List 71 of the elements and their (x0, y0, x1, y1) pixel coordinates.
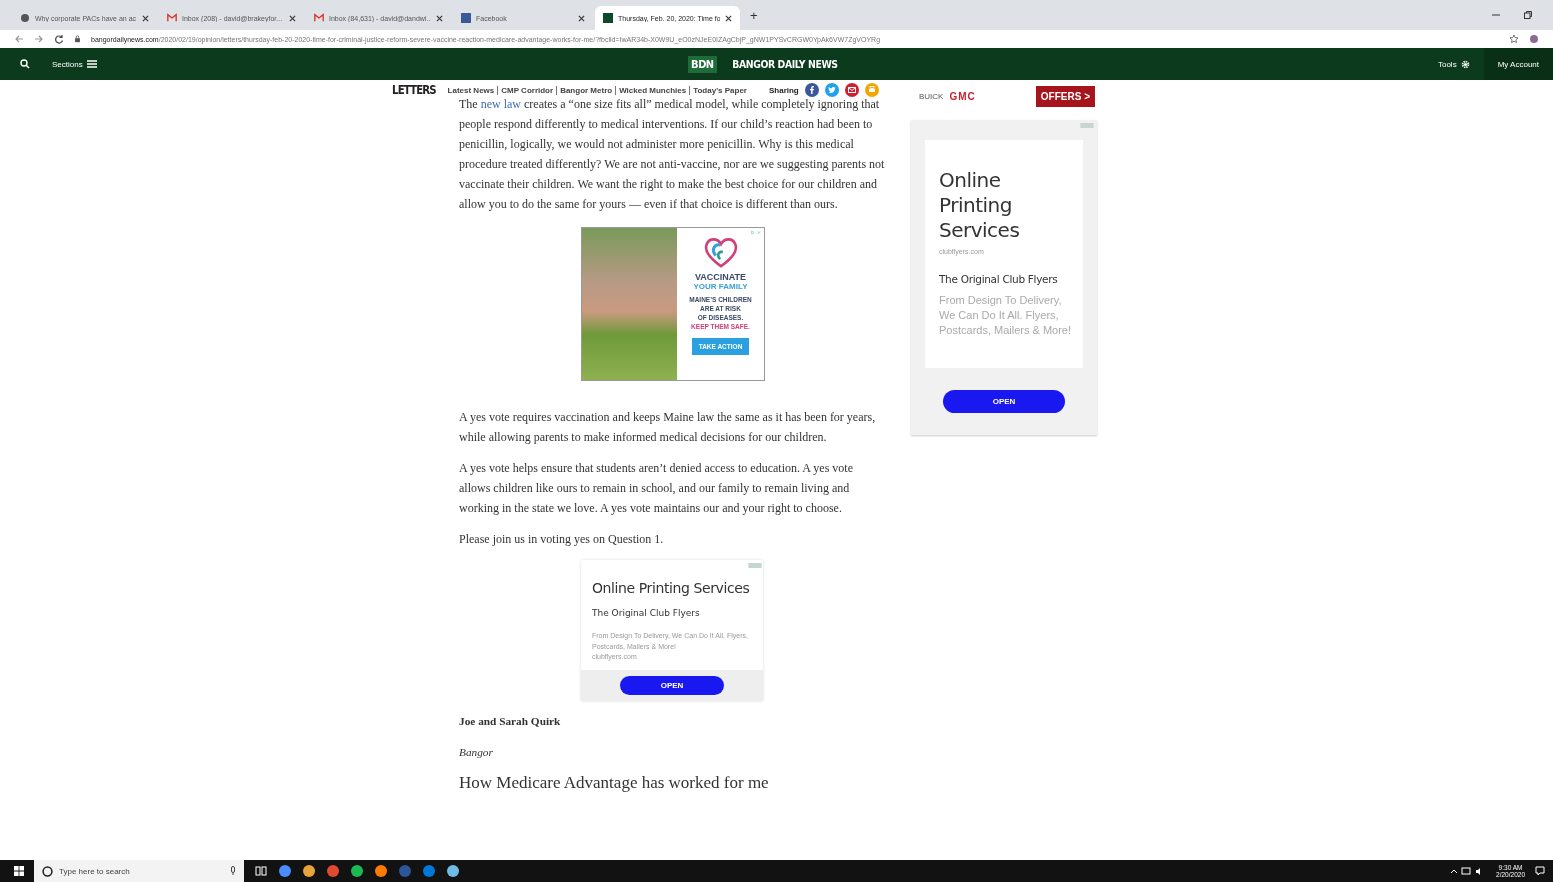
tools-button[interactable]: Tools (1437, 59, 1470, 69)
menu-icon (86, 60, 97, 68)
close-icon[interactable] (289, 14, 296, 22)
ad-subheadline: The Original Club Flyers (591, 608, 701, 618)
forward-arrow-icon[interactable] (34, 34, 44, 44)
view-offers-button[interactable]: OFFERS > (1035, 85, 1095, 107)
ad-headline: VACCINATE (694, 272, 747, 282)
section-link[interactable]: Latest News (447, 85, 495, 95)
ad-headline: Online Printing Services (939, 168, 1021, 243)
article-paragraph: The new law creates a “one size fits all” medical model, while completely ignoring that people respond differently to medical interventions. If our child’s reaction had been to penicillin, logically, we would not administer more penicillin. Why is this medical procedure treated differently? We are not anti-vaccine, nor are we suggesting parents not vaccinate their children. We want the right to make the best choice for our children and allow you to do the same for yours — even if that choice is different than ours. (459, 96, 886, 213)
car-ad[interactable]: BUICK GMC OFFERS > (911, 84, 1097, 108)
close-icon[interactable] (142, 14, 149, 22)
close-icon[interactable] (725, 14, 732, 22)
close-icon[interactable] (578, 14, 585, 22)
taskbar-app-icon[interactable] (422, 864, 436, 878)
article-paragraph: Please join us in voting yes on Question 1. (459, 531, 665, 548)
taskbar-app-icon[interactable] (350, 864, 364, 878)
taskbar-app-icon[interactable] (326, 864, 340, 878)
site-icon (20, 13, 30, 23)
article-heading[interactable]: How Medicare Advantage has worked for me (459, 773, 887, 793)
taskbar-app-icon[interactable] (446, 864, 460, 878)
mail-icon (314, 13, 324, 23)
brand-label: BUICK (919, 91, 944, 101)
article-paragraph: A yes vote requires vaccination and keeps Maine law the same as it has been for years, while allowing parents to make informed medical decisions for our children. (459, 409, 877, 446)
gear-icon (1460, 59, 1470, 69)
star-icon[interactable] (1509, 34, 1519, 44)
search-icon[interactable] (20, 59, 30, 69)
lock-icon (74, 35, 81, 43)
new-law-link[interactable]: new law (480, 97, 521, 111)
ad-headline: Online Printing Services (591, 580, 751, 596)
restore-icon[interactable] (1523, 10, 1533, 20)
section-link[interactable]: CMP Corridor (497, 85, 554, 95)
ad-text: From Design To Delivery, We Can Do It All. Flyers, Postcards, Mailers & More! (939, 293, 1073, 338)
my-account-button[interactable]: My Account (1483, 48, 1553, 80)
mail-icon (167, 13, 177, 23)
new-tab-button[interactable]: + (742, 7, 766, 23)
site-icon (603, 13, 613, 23)
section-link[interactable]: Today's Paper (689, 85, 747, 95)
taskbar-search-field[interactable]: Type here to search (59, 866, 224, 876)
taskbar-search-box[interactable]: Type here to search (34, 860, 244, 882)
notification-icon[interactable] (1535, 866, 1545, 876)
taskbar-app-icon[interactable] (302, 864, 316, 878)
taskbar-app-icon[interactable] (374, 864, 388, 878)
letter-author: Joe and Sarah Quirk (459, 714, 562, 729)
windows-start-icon[interactable] (14, 866, 24, 876)
author-location: Bangor (459, 745, 494, 760)
facebook-share-icon[interactable] (804, 83, 819, 97)
heart-logo-icon (702, 236, 739, 268)
close-icon[interactable] (436, 14, 443, 22)
section-title: LETTERS (392, 83, 436, 97)
twitter-share-icon[interactable] (824, 83, 839, 97)
sharing-label: Sharing (768, 85, 799, 95)
facebook-icon (461, 13, 471, 23)
reload-icon[interactable] (54, 34, 64, 44)
logo-badge[interactable]: BDN (688, 55, 717, 73)
sections-menu-button[interactable]: Sections (52, 59, 97, 69)
site-logo[interactable]: BANGOR DAILY NEWS (731, 57, 838, 71)
cortana-circle-icon[interactable] (42, 865, 53, 877)
open-button[interactable]: OPEN (943, 390, 1065, 413)
back-arrow-icon[interactable] (14, 34, 24, 44)
section-link[interactable]: Wicked Munchies (615, 85, 687, 95)
task-view-icon[interactable] (254, 864, 268, 878)
microphone-icon[interactable] (230, 866, 236, 876)
ad-subheadline: YOUR FAMILY (693, 282, 748, 291)
article-paragraph: A yes vote helps ensure that students aren’t denied access to education. A yes vote allows children like ours to remain in school, and our family to remain living and working in the state we love. A yes vote maintains our and your right to choose. (459, 460, 854, 517)
ad-subheadline: The Original Club Flyers (939, 273, 1059, 285)
email-share-icon[interactable] (844, 83, 859, 97)
brand-label: GMC (949, 90, 976, 102)
taskbar-app-icon[interactable] (278, 864, 292, 878)
open-button[interactable]: OPEN (620, 676, 724, 695)
section-link[interactable]: Bangor Metro (556, 85, 613, 95)
